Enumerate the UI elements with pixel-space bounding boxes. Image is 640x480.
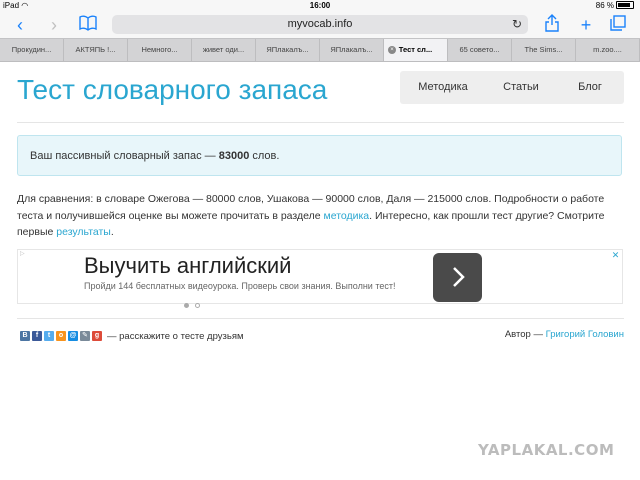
tab-label: АКТЯПЬ !...	[75, 45, 116, 54]
nav-methodology[interactable]: Методика	[400, 71, 486, 104]
methodology-link[interactable]: методика	[323, 210, 369, 222]
google-plus-icon[interactable]: g	[92, 331, 102, 341]
ad-subtext: Пройди 144 бесплатных видеоурока. Провер…	[84, 281, 396, 291]
share-icon[interactable]	[540, 14, 564, 36]
tab-2[interactable]: Немного...	[128, 39, 192, 61]
carousel-dot[interactable]	[195, 303, 200, 308]
para-text-3: .	[110, 226, 114, 238]
vk-icon[interactable]: В	[20, 331, 30, 341]
close-icon[interactable]: ✕	[611, 251, 620, 260]
carousel-dot[interactable]	[184, 303, 189, 308]
author-credit: Автор — Григорий Головин	[505, 329, 624, 340]
livejournal-icon[interactable]: ✎	[80, 331, 90, 341]
forward-icon[interactable]: ›	[42, 14, 66, 36]
result-value: 83000	[218, 150, 250, 162]
battery-icon	[616, 1, 634, 9]
facebook-icon[interactable]: f	[32, 331, 42, 341]
tab-9[interactable]: m.zoo....	[576, 39, 640, 61]
url-bar[interactable]: myvocab.info ↻	[112, 15, 528, 34]
tab-label: Тест сл...	[398, 45, 433, 54]
close-tab-icon[interactable]: ×	[388, 46, 396, 54]
tab-4[interactable]: ЯПлакалъ...	[256, 39, 320, 61]
browser-toolbar: ‹ › myvocab.info ↻ +	[0, 12, 640, 38]
tab-3[interactable]: живет оди...	[192, 39, 256, 61]
ad-headline[interactable]: Выучить английский	[84, 253, 291, 279]
tab-label: ЯПлакалъ...	[266, 45, 309, 54]
tab-label: Немного...	[141, 45, 178, 54]
url-text: myvocab.info	[287, 18, 353, 30]
tab-bar: Прокудин... АКТЯПЬ !... Немного... живет од…	[0, 38, 640, 62]
result-prefix: Ваш пассивный словарный запас —	[30, 150, 219, 162]
divider	[17, 122, 624, 123]
site-nav: Методика Статьи Блог	[400, 71, 624, 104]
tab-8[interactable]: The Sims...	[512, 39, 576, 61]
tab-6[interactable]: × Тест сл...	[384, 39, 448, 61]
odnoklassniki-icon[interactable]: о	[56, 331, 66, 341]
tab-label: The Sims...	[524, 45, 563, 54]
clock: 16:00	[309, 1, 331, 10]
nav-articles[interactable]: Статьи	[486, 71, 556, 104]
author-label: Автор —	[504, 329, 546, 340]
tab-5[interactable]: ЯПлакалъ...	[320, 39, 384, 61]
ad-next-button[interactable]	[433, 253, 482, 302]
page-title: Тест словарного запаса	[17, 74, 328, 105]
battery-indicator: 86 %	[596, 0, 634, 12]
tab-0[interactable]: Прокудин...	[0, 39, 64, 61]
tabs-icon[interactable]	[606, 14, 630, 36]
divider	[17, 318, 624, 319]
ad-banner[interactable]: ▷ Выучить английский Пройди 144 бесплатн…	[17, 249, 623, 304]
nav-blog[interactable]: Блог	[556, 71, 624, 104]
watermark: YAPLAKAL.COM	[478, 441, 615, 459]
share-bar: В f t о @ ✎ g — расскажите о тесте друзь…	[20, 329, 244, 343]
tab-1[interactable]: АКТЯПЬ !...	[64, 39, 128, 61]
author-link[interactable]: Григорий Головин	[546, 329, 624, 340]
back-icon[interactable]: ‹	[8, 14, 32, 36]
result-alert: Ваш пассивный словарный запас — 83000 сл…	[17, 135, 622, 176]
comparison-text: Для сравнения: в словаре Ожегова — 80000…	[17, 191, 624, 241]
ad-info-icon[interactable]: ▷	[20, 251, 27, 258]
tab-7[interactable]: 65 совето...	[448, 39, 512, 61]
results-link[interactable]: результаты	[56, 226, 111, 238]
bookmarks-icon[interactable]	[76, 14, 100, 36]
tab-label: ЯПлакалъ...	[330, 45, 373, 54]
ad-carousel-dots	[184, 295, 206, 313]
tab-label: 65 совето...	[459, 45, 500, 54]
twitter-icon[interactable]: t	[44, 331, 54, 341]
tab-label: живет оди...	[202, 45, 245, 54]
mailru-icon[interactable]: @	[68, 331, 78, 341]
tab-label: Прокудин...	[11, 45, 52, 54]
reload-icon[interactable]: ↻	[512, 15, 522, 34]
new-tab-icon[interactable]: +	[574, 14, 598, 36]
status-bar: iPad ◠ 16:00 86 %	[0, 0, 640, 12]
tab-label: m.zoo....	[593, 45, 622, 54]
share-text: — расскажите о тесте друзьям	[107, 330, 244, 342]
result-suffix: слов.	[249, 150, 280, 162]
